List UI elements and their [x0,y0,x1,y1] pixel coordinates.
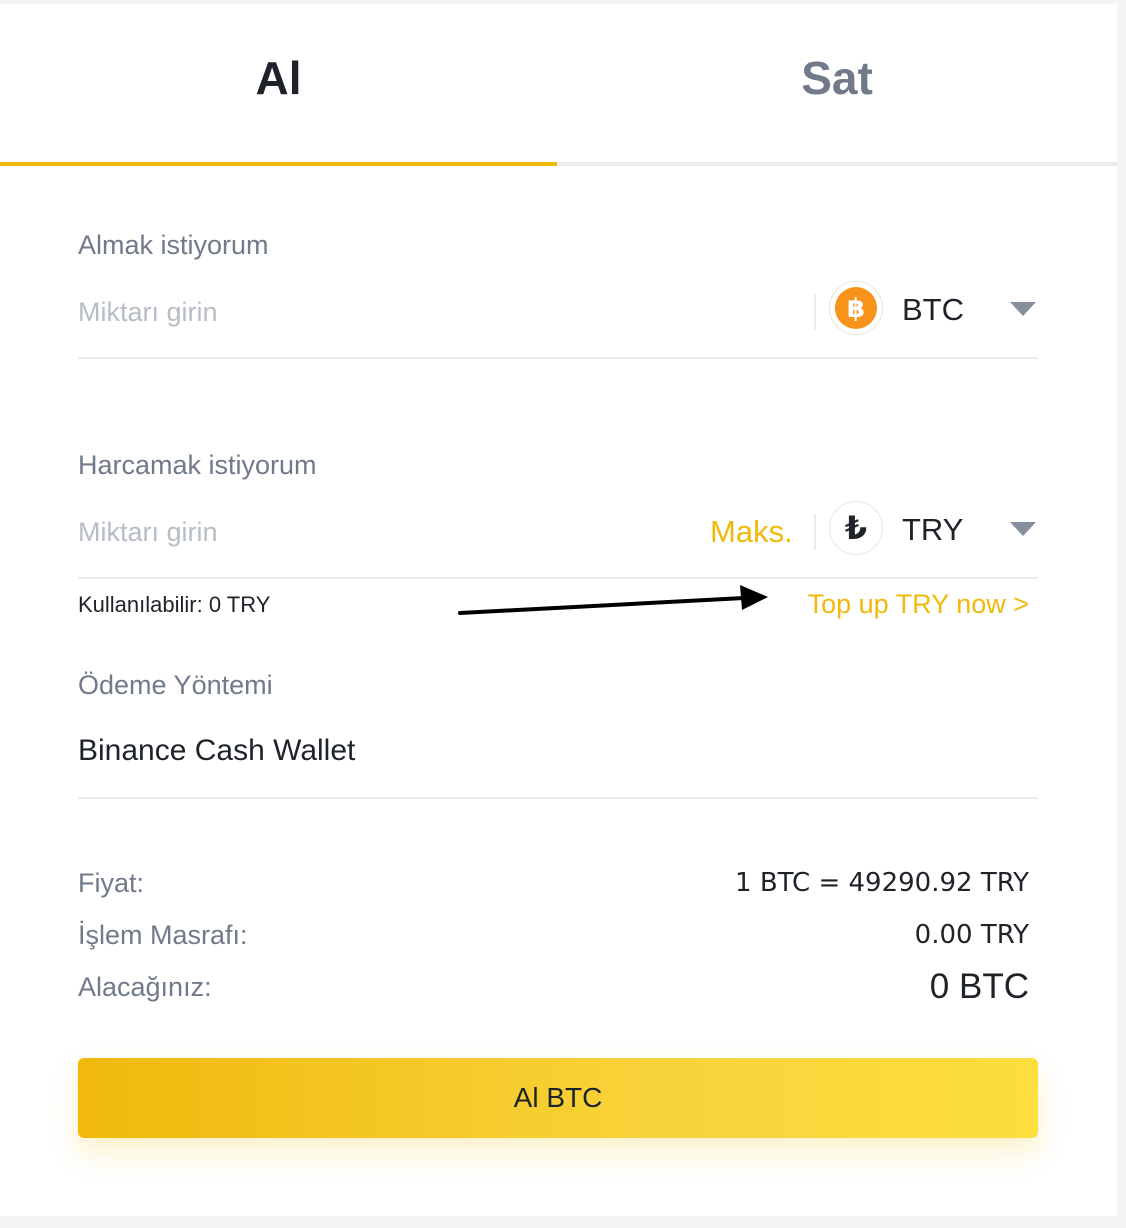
annotation-arrow-icon [458,585,768,615]
